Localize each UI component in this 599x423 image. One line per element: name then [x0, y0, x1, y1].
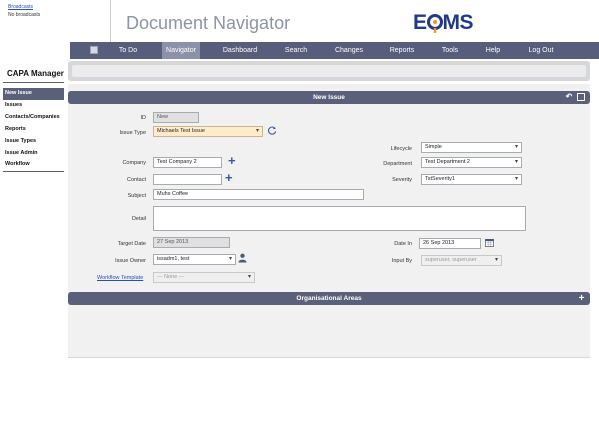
issue-type-select[interactable]: Michaels Test Issue	[153, 126, 263, 137]
issue-owner-label: Issue Owner	[115, 258, 146, 264]
toolbar-inner	[72, 65, 586, 77]
target-date-field: 27 Sep 2013	[153, 237, 230, 248]
contact-field[interactable]	[153, 174, 222, 185]
expand-plus-icon[interactable]: +	[577, 294, 586, 304]
footer-divider	[68, 357, 590, 358]
undo-icon[interactable]: ↶	[565, 93, 573, 101]
sidebar-title: CAPA Manager	[7, 69, 64, 78]
company-field[interactable]: Test Company 2	[153, 157, 222, 168]
issue-owner-select[interactable]: issadm1, test	[153, 254, 236, 265]
broadcast-panel: Broadcasts No broadcasts	[0, 0, 111, 42]
input-by-label: Input By	[391, 258, 412, 264]
severity-label: Severity	[392, 177, 412, 183]
issue-type-label: Issue Type	[119, 130, 147, 136]
date-in-field[interactable]: 26 Sep 2013	[419, 238, 481, 249]
sidebar-divider	[3, 82, 64, 83]
id-field: New	[153, 112, 199, 123]
toolbar-strip	[68, 61, 590, 81]
nav-tools[interactable]: Tools	[436, 42, 464, 59]
sidebar-item-issues[interactable]: Issues	[3, 100, 64, 111]
panel-title: New Issue	[313, 94, 345, 101]
severity-select[interactable]: TstSeverity1	[421, 174, 522, 185]
detail-label: Detail	[131, 216, 146, 222]
department-label: Department	[383, 161, 412, 167]
contact-label: Contact	[127, 177, 146, 183]
person-icon[interactable]	[238, 253, 247, 263]
sidebar-item-contacts-companies[interactable]: Contacts/Companies	[3, 112, 64, 123]
nav-changes[interactable]: Changes	[330, 42, 368, 59]
sidebar-item-workflow[interactable]: Workflow	[3, 159, 64, 170]
refresh-icon[interactable]	[268, 126, 277, 135]
nav-dashboard[interactable]: Dashboard	[219, 42, 261, 59]
eqms-logo: E MS	[413, 11, 479, 35]
org-areas-header[interactable]: Organisational Areas +	[68, 292, 590, 305]
broadcast-message: No broadcasts	[8, 12, 41, 18]
calendar-icon[interactable]	[485, 238, 494, 247]
target-date-label: Target Date	[117, 241, 146, 247]
add-company-button[interactable]: +	[228, 154, 236, 167]
lifecycle-label: Lifecycle	[390, 146, 412, 152]
department-select[interactable]: Test Department 2	[421, 157, 522, 168]
nav-todo[interactable]: To Do	[111, 42, 145, 59]
sidebar-item-issue-types[interactable]: Issue Types	[3, 136, 64, 147]
subject-label: Subject	[127, 193, 146, 199]
header: Broadcasts No broadcasts Document Naviga…	[0, 0, 599, 42]
broadcasts-link[interactable]: Broadcasts	[8, 4, 110, 11]
add-contact-button[interactable]: +	[225, 171, 233, 184]
lifecycle-select[interactable]: Simple	[421, 142, 522, 153]
subject-field[interactable]: Muhs Coffee	[153, 189, 364, 200]
workflow-template-select: --- None ---	[153, 272, 255, 283]
new-issue-header: New Issue ↶	[68, 91, 590, 104]
nav-navigator[interactable]: Navigator	[162, 42, 200, 59]
logo-left-text: E	[413, 11, 427, 34]
save-icon[interactable]	[577, 93, 585, 101]
input-by-select: superuser, superuser	[421, 255, 502, 266]
logo-right-text: MS	[442, 11, 474, 34]
company-label: Company	[122, 160, 146, 166]
sidebar-item-issue-admin[interactable]: Issue Admin	[3, 148, 64, 159]
nav-spacer	[0, 42, 70, 59]
date-in-label: Date In	[394, 241, 412, 247]
nav-reports[interactable]: Reports	[384, 42, 420, 59]
main-nav: To Do Navigator Dashboard Search Changes…	[0, 42, 599, 59]
detail-textarea[interactable]	[153, 206, 526, 231]
home-icon[interactable]	[90, 46, 98, 54]
sidebar-item-new-issue[interactable]: New Issue	[3, 88, 64, 99]
id-label: ID	[140, 115, 147, 121]
page-title: Document Navigator	[126, 13, 291, 33]
nav-logout[interactable]: Log Out	[524, 42, 558, 59]
sidebar-item-reports[interactable]: Reports	[3, 124, 64, 135]
org-areas-title: Organisational Areas	[296, 295, 362, 302]
nav-help[interactable]: Help	[480, 42, 506, 59]
workflow-template-link[interactable]: Workflow Template	[97, 275, 143, 281]
nav-search[interactable]: Search	[279, 42, 313, 59]
sidebar-divider	[3, 171, 64, 172]
